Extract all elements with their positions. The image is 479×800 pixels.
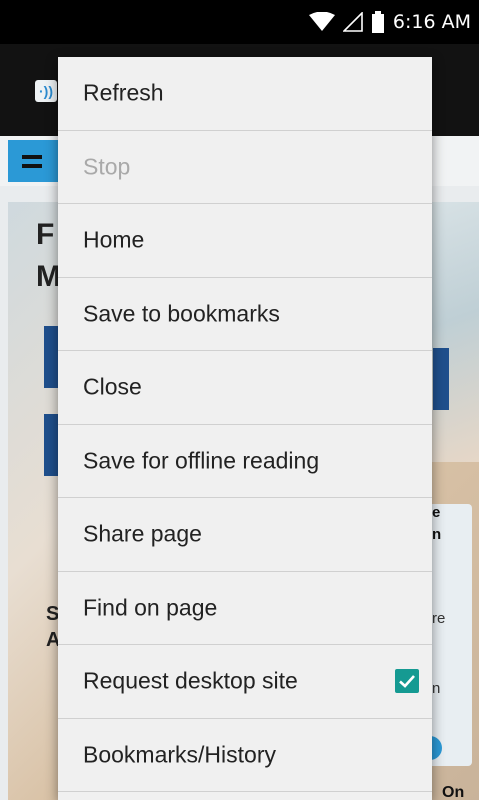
wifi-icon: [308, 12, 335, 31]
menu-item-label: Find on page: [83, 594, 218, 621]
overflow-menu: Refresh Stop Home Save to bookmarks Clos…: [58, 57, 432, 800]
menu-item-share-page[interactable]: Share page: [58, 498, 432, 572]
menu-item-label: Close: [83, 373, 142, 400]
signal-wave-icon[interactable]: ·)): [35, 80, 57, 102]
menu-item-home[interactable]: Home: [58, 204, 432, 278]
menu-item-request-desktop-site[interactable]: Request desktop site: [58, 645, 432, 719]
card-text-fragment: n: [432, 526, 442, 543]
menu-item-label: Refresh: [83, 79, 164, 106]
menu-item-save-offline[interactable]: Save for offline reading: [58, 425, 432, 498]
menu-item-label: Bookmarks/History: [83, 741, 276, 768]
menu-item-label: Share page: [83, 520, 202, 547]
menu-item-label: Stop: [83, 153, 131, 180]
menu-item-find-on-page[interactable]: Find on page: [58, 572, 432, 645]
menu-item-bookmarks-history[interactable]: Bookmarks/History: [58, 719, 432, 792]
hero-headline-fragment: [433, 348, 449, 410]
signal-icon: [342, 12, 363, 32]
side-card: e n re n: [428, 504, 472, 766]
page-text-fragment: On: [442, 784, 465, 800]
menu-item-close[interactable]: Close: [58, 351, 432, 425]
checkbox[interactable]: [395, 669, 419, 694]
status-icons: 6:16 AM: [308, 0, 471, 44]
status-bar: 6:16 AM: [0, 0, 479, 44]
menu-item-stop: Stop: [58, 131, 432, 204]
menu-item-refresh[interactable]: Refresh: [58, 57, 432, 131]
card-text-fragment: e: [432, 504, 441, 521]
card-text-fragment: n: [432, 680, 441, 697]
menu-item-save-to-bookmarks[interactable]: Save to bookmarks: [58, 278, 432, 351]
card-text-fragment: re: [432, 610, 446, 627]
status-time: 6:16 AM: [392, 11, 471, 33]
checkmark-icon: [399, 675, 415, 689]
battery-icon: [371, 11, 384, 33]
menu-item-label: Save to bookmarks: [83, 300, 280, 327]
menu-item-label: Request desktop site: [83, 667, 298, 694]
menu-item-label: Save for offline reading: [83, 447, 320, 474]
menu-icon[interactable]: [8, 140, 58, 182]
menu-item-label: Home: [83, 226, 145, 253]
hero-title-fragment: F: [36, 218, 55, 251]
